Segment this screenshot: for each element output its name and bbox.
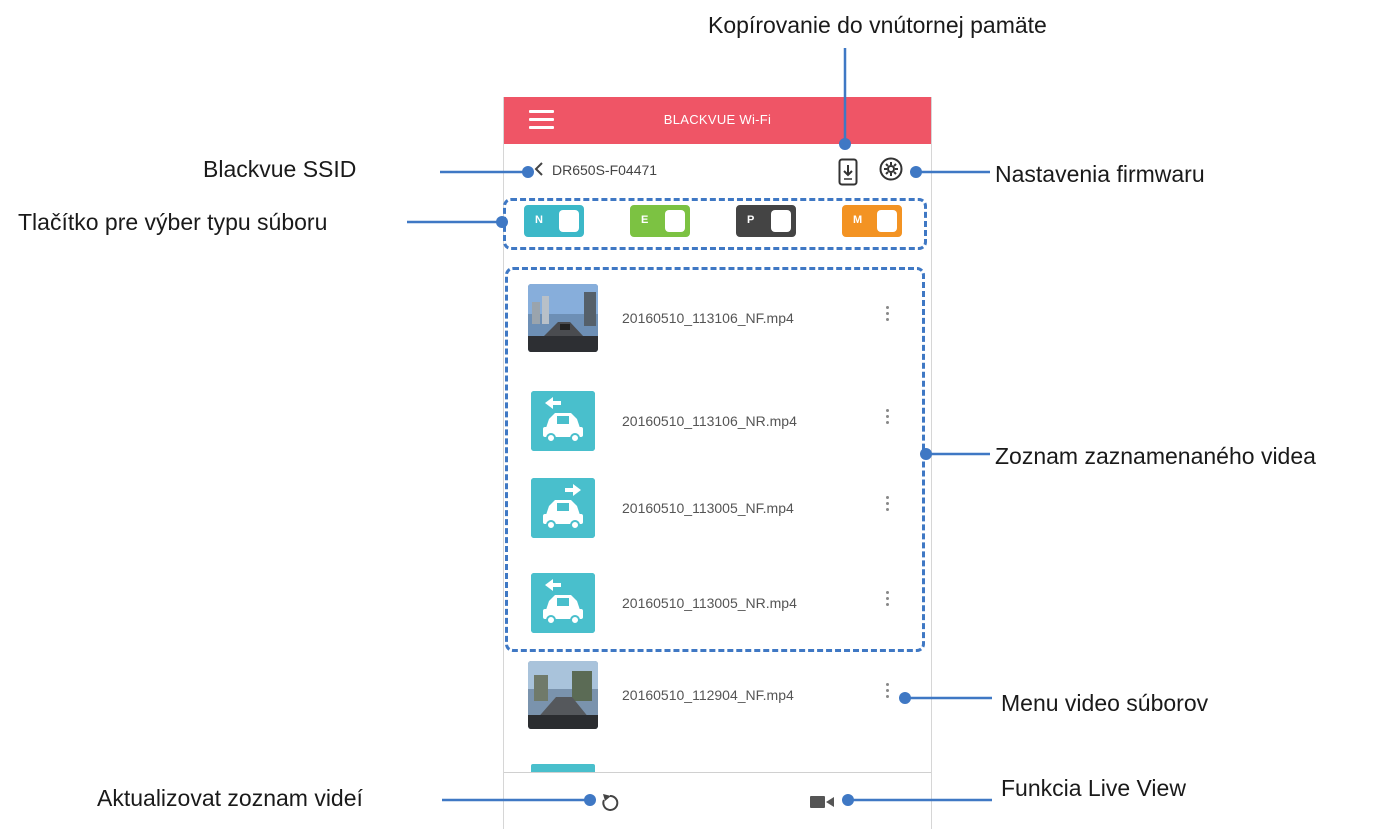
callout-dot: [842, 794, 854, 806]
callout-dot: [839, 138, 851, 150]
callout-dot: [920, 448, 932, 460]
callout-dot: [522, 166, 534, 178]
callout-dot: [496, 216, 508, 228]
callout-dot: [899, 692, 911, 704]
callout-dot: [910, 166, 922, 178]
callout-dot: [584, 794, 596, 806]
callout-lines: [407, 48, 992, 802]
